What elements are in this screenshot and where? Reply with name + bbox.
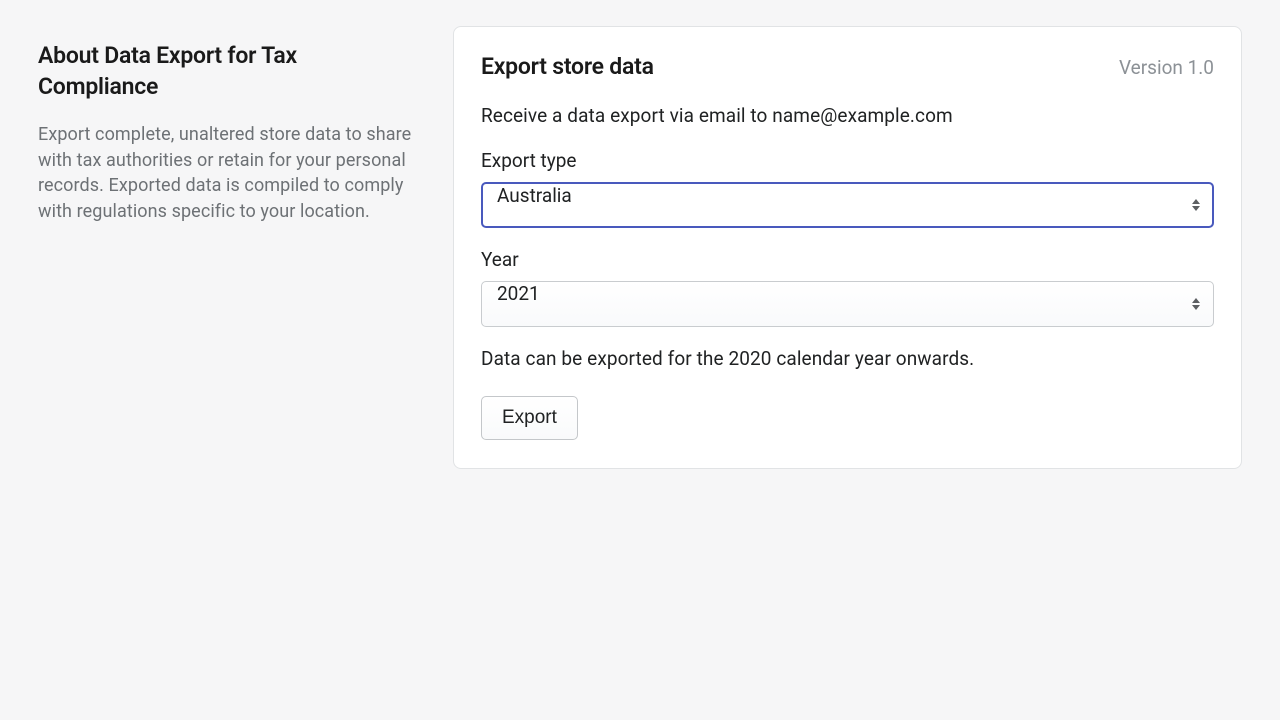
export-type-field: Export type Australia [481,149,1214,228]
year-select[interactable]: 2021 [481,281,1214,327]
sidebar-title: About Data Export for Tax Compliance [38,40,413,102]
export-button[interactable]: Export [481,396,578,440]
card-description: Receive a data export via email to name@… [481,104,1214,127]
sidebar-description: Export complete, unaltered store data to… [38,122,413,224]
version-label: Version 1.0 [1119,56,1214,79]
export-type-label: Export type [481,149,1214,172]
export-hint: Data can be exported for the 2020 calend… [481,347,1214,370]
year-field: Year 2021 [481,248,1214,327]
export-type-select[interactable]: Australia [481,182,1214,228]
card-title: Export store data [481,53,654,80]
year-label: Year [481,248,1214,271]
sidebar-about: About Data Export for Tax Compliance Exp… [38,26,413,469]
card-header: Export store data Version 1.0 [481,53,1214,80]
export-card: Export store data Version 1.0 Receive a … [453,26,1242,469]
